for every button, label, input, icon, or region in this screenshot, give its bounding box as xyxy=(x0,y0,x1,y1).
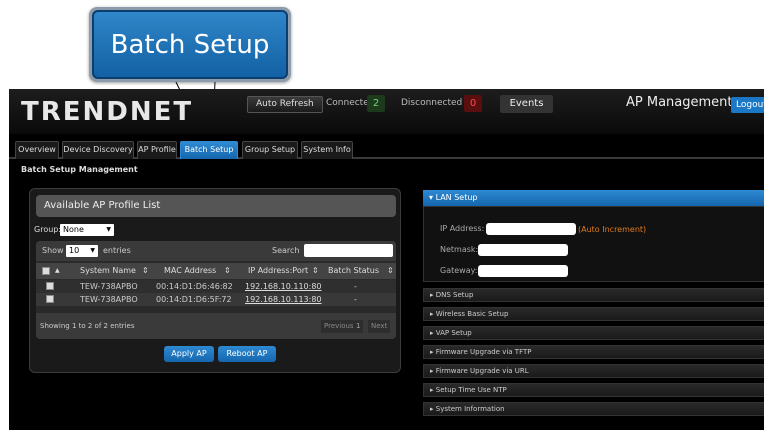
search-input[interactable] xyxy=(304,244,393,257)
page-title: AP Management xyxy=(626,95,733,110)
mac-address: 00:14:D1:D6:46:82 xyxy=(156,282,233,291)
auto-increment-note: (Auto Increment) xyxy=(578,225,647,234)
batch-status: - xyxy=(354,295,357,304)
ip-address-label: IP Address: xyxy=(440,224,485,233)
showing-entries: Showing 1 to 2 of 2 entries xyxy=(40,322,135,330)
row-checkbox[interactable] xyxy=(46,295,54,303)
table-header: ▲ System Name ⇕ MAC Address ⇕ IP Address… xyxy=(36,263,396,279)
group-select-value: None xyxy=(63,225,84,234)
system-name: TEW-738APBO xyxy=(80,282,138,291)
sort-icon[interactable]: ⇕ xyxy=(312,263,319,279)
sort-icon[interactable]: ⇕ xyxy=(224,263,231,279)
row-checkbox[interactable] xyxy=(46,282,54,290)
header-bar: TRENDNET Auto Refresh Connected 2 Discon… xyxy=(9,89,764,134)
table-row[interactable]: TEW-738APBO 00:14:D1:D6:46:82 192.168.10… xyxy=(36,280,396,293)
col-ip-address[interactable]: IP Address:Port xyxy=(248,263,308,279)
group-label: Group: xyxy=(34,225,62,234)
logout-button[interactable]: Logout xyxy=(731,97,764,113)
tab-ap-profile[interactable]: AP Profile xyxy=(137,141,177,159)
tab-system-info[interactable]: System Info xyxy=(301,141,353,159)
sort-icon[interactable]: ⇕ xyxy=(387,263,394,279)
ap-table: Show 10 ▼ entries Search ▲ System Name ⇕… xyxy=(36,241,396,339)
accordion-item-label: DNS Setup xyxy=(435,291,474,299)
netmask-input[interactable] xyxy=(478,244,568,256)
connected-count[interactable]: 2 xyxy=(367,95,385,112)
auto-refresh-button[interactable]: Auto Refresh xyxy=(247,96,323,113)
accordion-item-label: VAP Setup xyxy=(435,329,472,337)
tab-group-setup[interactable]: Group Setup xyxy=(242,141,298,159)
col-system-name[interactable]: System Name xyxy=(80,263,136,279)
accordion-item-label: Firmware Upgrade via TFTP xyxy=(435,348,532,356)
col-mac-address[interactable]: MAC Address xyxy=(164,263,216,279)
netmask-label: Netmask: xyxy=(440,245,479,254)
page-1-button[interactable]: 1 xyxy=(353,320,364,333)
disconnected-label: Disconnected xyxy=(401,98,463,108)
reboot-ap-button[interactable]: Reboot AP xyxy=(218,346,276,362)
accordion-item-dns-setup[interactable]: ▸ DNS Setup xyxy=(423,288,764,302)
accordion-item-system-info[interactable]: ▸ System Information xyxy=(423,402,764,416)
accordion-item-label: Firmware Upgrade via URL xyxy=(435,367,529,375)
accordion-item-wireless-basic[interactable]: ▸ Wireless Basic Setup xyxy=(423,307,764,321)
accordion-item-vap-setup[interactable]: ▸ VAP Setup xyxy=(423,326,764,340)
chevron-down-icon: ▼ xyxy=(90,247,95,254)
accordion-item-label: System Information xyxy=(435,405,505,413)
disconnected-count[interactable]: 0 xyxy=(464,95,482,112)
table-footer: Showing 1 to 2 of 2 entries Previous 1 N… xyxy=(36,313,396,339)
table-toolbar: Show 10 ▼ entries Search xyxy=(36,241,396,261)
accordion-item-label: Setup Time Use NTP xyxy=(435,386,507,394)
lan-setup-title: LAN Setup xyxy=(435,193,478,202)
chevron-down-icon: ▼ xyxy=(106,226,111,233)
show-label: Show xyxy=(42,246,64,255)
tab-batch-setup[interactable]: Batch Setup xyxy=(180,141,238,159)
section-title: Batch Setup Management xyxy=(21,165,138,174)
group-select[interactable]: None ▼ xyxy=(60,224,114,236)
accordion-item-label: Wireless Basic Setup xyxy=(435,310,509,318)
tab-bar: Overview Device Discovery AP Profile Bat… xyxy=(9,141,764,159)
callout-label: Batch Setup xyxy=(92,10,288,79)
accordion-item-ntp[interactable]: ▸ Setup Time Use NTP xyxy=(423,383,764,397)
system-name: TEW-738APBO xyxy=(80,295,138,304)
tab-device-discovery[interactable]: Device Discovery xyxy=(62,141,134,159)
tab-overview[interactable]: Overview xyxy=(15,141,59,159)
search-label: Search xyxy=(272,246,300,255)
ip-address-link[interactable]: 192.168.10.113:80 xyxy=(245,293,322,306)
next-button[interactable]: Next xyxy=(368,320,391,333)
mac-address: 00:14:D1:D6:5F:72 xyxy=(156,295,232,304)
entries-select-value: 10 xyxy=(69,246,80,255)
lan-setup-body: IP Address: (Auto Increment) Netmask: Ga… xyxy=(423,206,764,282)
ip-address-link[interactable]: 192.168.10.110:80 xyxy=(245,280,322,293)
settings-accordion: ▾ LAN Setup IP Address: (Auto Increment)… xyxy=(423,190,764,430)
col-batch-status[interactable]: Batch Status xyxy=(328,263,379,279)
events-button[interactable]: Events xyxy=(500,95,553,113)
lan-setup-header[interactable]: ▾ LAN Setup xyxy=(423,190,764,206)
gateway-input[interactable] xyxy=(478,265,568,277)
trendnet-logo: TRENDNET xyxy=(21,97,194,127)
entries-label: entries xyxy=(103,246,131,255)
ip-address-input[interactable] xyxy=(486,223,576,235)
sort-icon[interactable]: ⇕ xyxy=(142,263,149,279)
accordion-item-firmware-url[interactable]: ▸ Firmware Upgrade via URL xyxy=(423,364,764,378)
batch-setup-callout: Batch Setup xyxy=(89,7,291,82)
ap-profile-panel: Available AP Profile List Group: None ▼ … xyxy=(29,188,401,373)
select-all-checkbox[interactable] xyxy=(42,267,50,275)
table-row[interactable]: TEW-738APBO 00:14:D1:D6:5F:72 192.168.10… xyxy=(36,293,396,306)
gateway-label: Gateway: xyxy=(440,266,478,275)
batch-status: - xyxy=(354,282,357,291)
previous-button[interactable]: Previous xyxy=(321,320,357,333)
accordion-item-firmware-tftp[interactable]: ▸ Firmware Upgrade via TFTP xyxy=(423,345,764,359)
app-window: TRENDNET Auto Refresh Connected 2 Discon… xyxy=(9,89,764,430)
panel-title: Available AP Profile List xyxy=(36,195,396,217)
apply-ap-button[interactable]: Apply AP xyxy=(164,346,214,362)
entries-select[interactable]: 10 ▼ xyxy=(66,245,98,257)
sort-icon[interactable]: ▲ xyxy=(55,263,60,279)
